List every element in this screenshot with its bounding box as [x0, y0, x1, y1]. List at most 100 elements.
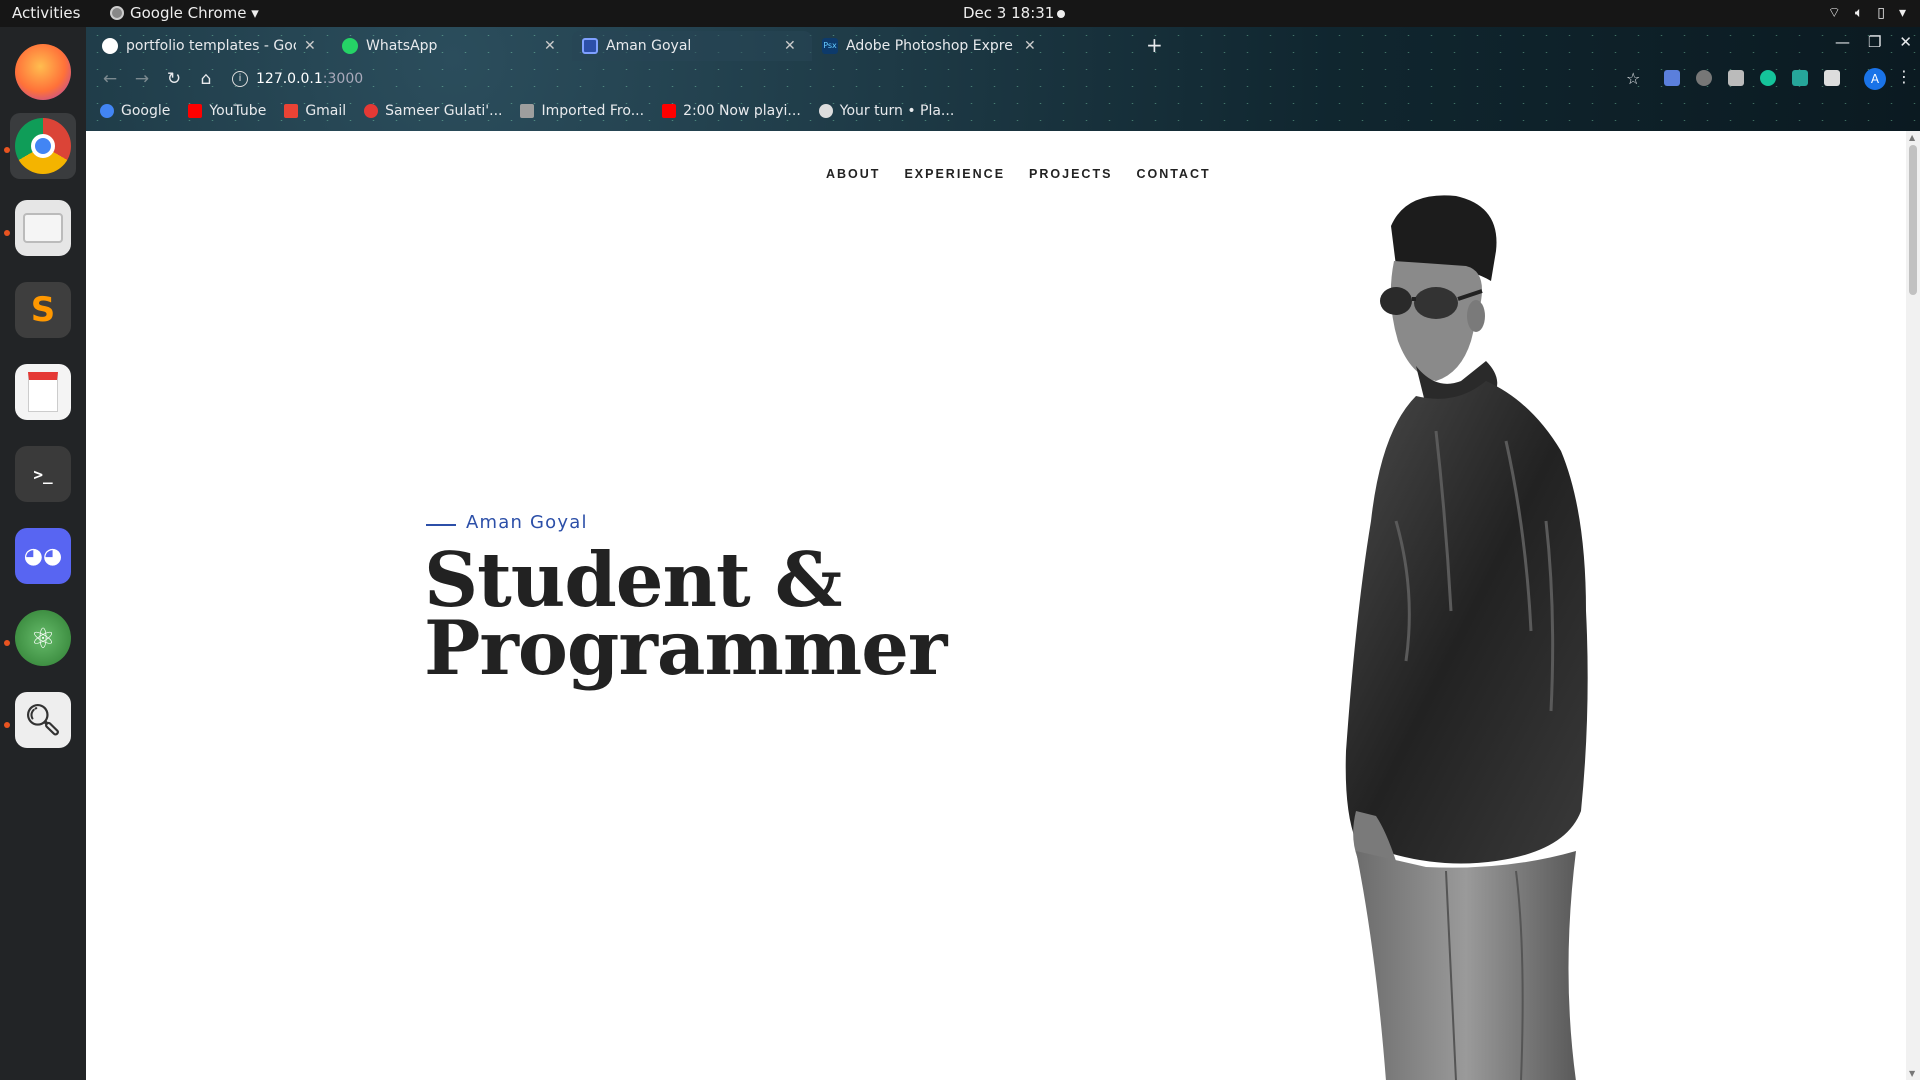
hero-headline-line-2: Programmer [424, 604, 947, 692]
dock-image-viewer[interactable]: 🔍︎ [10, 687, 76, 753]
image-viewer-icon: 🔍︎ [15, 692, 71, 748]
home-icon[interactable]: ⌂ [192, 69, 220, 89]
url-port: :3000 [322, 71, 364, 87]
nav-link-experience[interactable]: EXPERIENCE [904, 167, 1005, 181]
folder-icon [520, 104, 535, 118]
bookmarks-bar: Google YouTube Gmail Sameer Gulati'... I… [86, 97, 1920, 125]
chess-icon [818, 104, 833, 118]
back-icon[interactable]: ← [96, 69, 124, 89]
bookmark-youtube[interactable]: YouTube [188, 103, 266, 119]
minimize-icon[interactable]: — [1835, 33, 1850, 51]
dock-terminal[interactable]: >_ [10, 441, 76, 507]
nav-link-projects[interactable]: PROJECTS [1029, 167, 1112, 181]
bookmark-label: Gmail [305, 103, 347, 119]
files-icon [15, 200, 71, 256]
tab-aman-goyal[interactable]: Aman Goyal ✕ [572, 31, 812, 61]
whatsapp-icon [342, 38, 358, 54]
profile-avatar[interactable]: A [1864, 68, 1886, 90]
dock-sublime[interactable]: S [10, 277, 76, 343]
app-menu[interactable]: Google Chrome ▾ [110, 4, 259, 22]
close-window-icon[interactable]: ✕ [1899, 33, 1912, 51]
page-scrollbar[interactable]: ▲ ▼ [1906, 131, 1920, 1080]
nav-link-about[interactable]: ABOUT [826, 167, 880, 181]
dock-chrome[interactable] [10, 113, 76, 179]
bookmark-label: YouTube [209, 103, 267, 119]
extension-calendar-icon[interactable] [1792, 70, 1808, 86]
site-favicon-icon [582, 38, 598, 54]
dock-files[interactable] [10, 195, 76, 261]
tab-label: portfolio templates - Goo [126, 38, 296, 54]
scrollbar-thumb[interactable] [1909, 145, 1917, 295]
youtube-icon [188, 104, 203, 118]
forward-icon[interactable]: → [128, 69, 156, 89]
firefox-icon [15, 44, 71, 100]
new-tab-button[interactable]: + [1146, 33, 1163, 57]
reload-icon[interactable]: ↻ [160, 69, 188, 89]
close-icon[interactable]: ✕ [784, 38, 796, 54]
atom-icon: ⚛ [15, 610, 71, 666]
tab-whatsapp[interactable]: WhatsApp ✕ [332, 31, 572, 61]
extensions-puzzle-icon[interactable] [1824, 70, 1840, 86]
portrait-photo [1345, 195, 1588, 1080]
dock-document-viewer[interactable] [10, 359, 76, 425]
extension-note-icon[interactable] [1728, 70, 1744, 86]
youtube-icon [662, 104, 677, 118]
site-nav: ABOUT EXPERIENCE PROJECTS CONTACT [826, 167, 1211, 181]
web-page: ABOUT EXPERIENCE PROJECTS CONTACT Aman G… [86, 131, 1920, 1080]
terminal-icon: >_ [15, 446, 71, 502]
bookmark-label: 2:00 Now playi... [683, 103, 801, 119]
chevron-down-icon: ▾ [1898, 5, 1906, 21]
photoshop-express-icon: Psx [822, 38, 838, 54]
system-top-bar: Activities Google Chrome ▾ Dec 3 18:31 ⌔… [0, 0, 1920, 27]
show-applications-button[interactable] [10, 1003, 76, 1069]
bookmark-star-icon[interactable]: ☆ [1626, 69, 1640, 88]
dock-firefox[interactable] [10, 39, 76, 105]
activities-button[interactable]: Activities [12, 4, 80, 22]
bookmark-label: Imported Fro... [541, 103, 645, 119]
volume-icon: 🔈︎ [1854, 5, 1864, 21]
tab-label: Adobe Photoshop Expre [846, 38, 1013, 54]
system-tray[interactable]: ⌔ 🔈︎ ▯ ▾ [1828, 4, 1906, 22]
nav-link-contact[interactable]: CONTACT [1136, 167, 1210, 181]
bookmark-sameer-gulati[interactable]: Sameer Gulati'... [364, 103, 502, 119]
close-icon[interactable]: ✕ [304, 38, 316, 54]
restore-icon[interactable]: ❐ [1868, 33, 1881, 51]
dock-atom[interactable]: ⚛ [10, 605, 76, 671]
grammarly-icon[interactable] [1760, 70, 1776, 86]
accent-dash [426, 524, 456, 526]
scroll-up-icon[interactable]: ▲ [1909, 133, 1915, 142]
scroll-down-icon[interactable]: ▼ [1909, 1069, 1915, 1078]
dock-discord[interactable]: ◕◕ [10, 523, 76, 589]
close-icon[interactable]: ✕ [544, 38, 556, 54]
bookmark-folder-imported[interactable]: Imported Fro... [520, 103, 644, 119]
hero-headline: Student & Programmer [424, 543, 947, 692]
site-info-icon[interactable]: i [232, 71, 248, 87]
extension-dot-icon[interactable] [1696, 70, 1712, 86]
intro-name: Aman Goyal [466, 512, 588, 533]
sublime-icon: S [15, 282, 71, 338]
chrome-small-icon [110, 6, 124, 20]
bookmark-now-playing[interactable]: 2:00 Now playi... [662, 103, 801, 119]
tab-portfolio-templates[interactable]: portfolio templates - Goo ✕ [92, 31, 332, 61]
document-viewer-icon [15, 364, 71, 420]
app-menu-label: Google Chrome ▾ [130, 4, 259, 22]
address-bar[interactable]: i 127.0.0.1:3000 [232, 65, 1642, 93]
notification-dot-icon [1057, 10, 1065, 18]
discord-icon: ◕◕ [15, 528, 71, 584]
tab-adobe-photoshop-express[interactable]: Psx Adobe Photoshop Expre ✕ [812, 31, 1052, 61]
google-icon [100, 104, 114, 118]
bookmark-label: Google [121, 103, 171, 119]
battery-icon: ▯ [1877, 5, 1885, 21]
chrome-icon [15, 118, 71, 174]
bookmark-gmail[interactable]: Gmail [284, 103, 346, 119]
clock[interactable]: Dec 3 18:31 [963, 4, 1054, 22]
bookmark-your-turn[interactable]: Your turn • Pla... [818, 103, 954, 119]
kebab-menu-icon[interactable]: ⋮ [1896, 67, 1912, 86]
wifi-icon: ⌔ [1827, 5, 1841, 21]
bookmark-google[interactable]: Google [100, 103, 170, 119]
app-grid-icon [23, 1016, 64, 1057]
url-host: 127.0.0.1 [256, 71, 323, 87]
close-icon[interactable]: ✕ [1024, 38, 1036, 54]
window-controls: — ❐ ✕ [1835, 33, 1912, 51]
extension-camera-icon[interactable] [1664, 70, 1680, 86]
